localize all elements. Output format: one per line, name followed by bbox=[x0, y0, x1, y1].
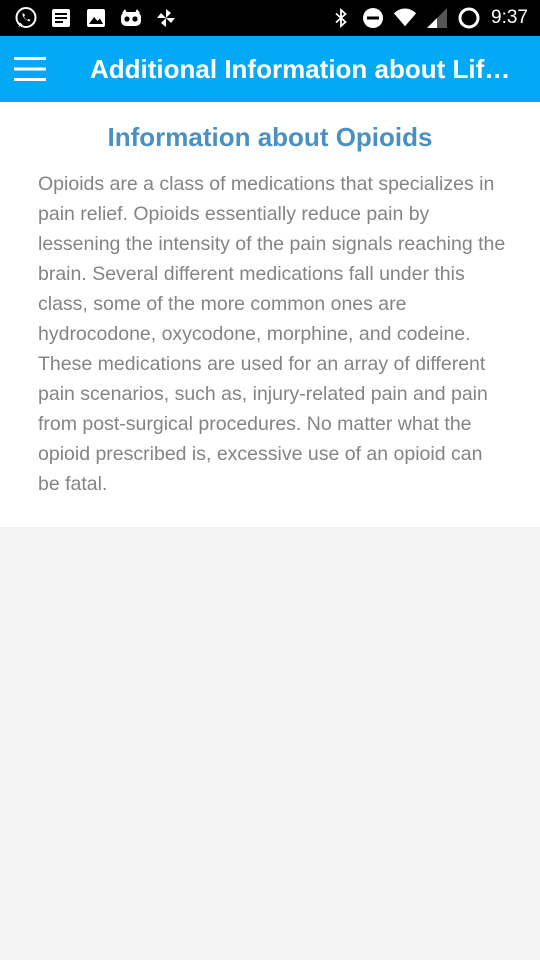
info-card: Information about Opioids Opioids are a … bbox=[0, 102, 540, 527]
notes-icon bbox=[49, 6, 73, 30]
notification-icons bbox=[14, 6, 178, 30]
wifi-icon bbox=[393, 6, 417, 30]
bluetooth-icon bbox=[329, 6, 353, 30]
signal-icon bbox=[425, 6, 449, 30]
pinwheel-icon bbox=[154, 6, 178, 30]
app-bar: Additional Information about Lif… bbox=[0, 36, 540, 102]
cyanogen-icon bbox=[119, 6, 143, 30]
clock: 9:37 bbox=[491, 7, 528, 28]
page-title: Additional Information about Lif… bbox=[90, 54, 511, 84]
gallery-icon bbox=[84, 6, 108, 30]
hamburger-menu-icon[interactable] bbox=[14, 56, 46, 82]
whatsapp-icon bbox=[14, 6, 38, 30]
system-status-icons: 9:37 bbox=[329, 6, 528, 30]
do-not-disturb-icon bbox=[361, 6, 385, 30]
status-bar: 9:37 bbox=[0, 0, 540, 36]
battery-icon bbox=[457, 6, 481, 30]
section-heading: Information about Opioids bbox=[107, 122, 433, 152]
section-body-text: Opioids are a class of medications that … bbox=[38, 173, 506, 495]
